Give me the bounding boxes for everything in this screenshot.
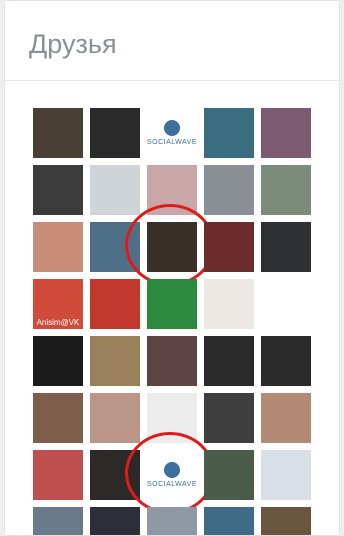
friend-avatar[interactable] — [147, 507, 197, 535]
friend-avatar[interactable] — [204, 165, 254, 215]
friends-widget: Друзья SOCIALWAVE Anisim@VK SOCIALWAVE — [4, 0, 340, 536]
widget-title: Друзья — [29, 29, 117, 59]
widget-header: Друзья — [5, 1, 339, 81]
avatar-label: Anisim@VK — [36, 318, 80, 327]
friend-avatar[interactable] — [33, 393, 83, 443]
friend-avatar[interactable]: Anisim@VK — [33, 279, 83, 329]
friend-avatar[interactable] — [90, 450, 140, 500]
friend-avatar[interactable] — [204, 279, 254, 329]
friend-avatar[interactable] — [90, 393, 140, 443]
friend-avatar[interactable] — [204, 393, 254, 443]
friend-avatar[interactable] — [90, 279, 140, 329]
friend-avatar[interactable] — [33, 450, 83, 500]
friend-avatar[interactable] — [90, 108, 140, 158]
friend-avatar[interactable] — [33, 222, 83, 272]
friend-avatar[interactable] — [147, 279, 197, 329]
friend-avatar[interactable] — [90, 222, 140, 272]
socialwave-label: SOCIALWAVE — [147, 481, 197, 488]
friend-avatar[interactable] — [33, 108, 83, 158]
socialwave-logo-icon — [164, 120, 180, 136]
friend-avatar[interactable] — [147, 222, 197, 272]
friend-avatar[interactable] — [204, 507, 254, 535]
friend-avatar[interactable] — [90, 507, 140, 535]
socialwave-label: SOCIALWAVE — [147, 139, 197, 146]
friend-avatar[interactable] — [204, 222, 254, 272]
friend-avatar[interactable] — [261, 393, 311, 443]
friend-avatar[interactable] — [33, 165, 83, 215]
friend-avatar[interactable] — [261, 108, 311, 158]
friend-avatar[interactable] — [204, 336, 254, 386]
friend-avatar[interactable] — [147, 393, 197, 443]
friend-avatar[interactable]: SOCIALWAVE — [147, 450, 197, 500]
friend-avatar[interactable]: SOCIALWAVE — [147, 108, 197, 158]
friend-avatar[interactable] — [33, 507, 83, 535]
friend-avatar[interactable] — [261, 222, 311, 272]
friend-avatar[interactable] — [90, 165, 140, 215]
friend-avatar[interactable] — [204, 108, 254, 158]
friend-avatar[interactable] — [261, 507, 311, 535]
friend-avatar[interactable] — [90, 336, 140, 386]
friend-avatar[interactable] — [147, 165, 197, 215]
friend-avatar[interactable] — [147, 336, 197, 386]
friend-avatar[interactable] — [204, 450, 254, 500]
socialwave-logo-icon — [164, 462, 180, 478]
friend-avatar[interactable] — [261, 279, 311, 329]
friend-avatar[interactable] — [261, 165, 311, 215]
friend-avatar[interactable] — [261, 450, 311, 500]
friend-avatar[interactable] — [33, 336, 83, 386]
friend-avatar[interactable] — [261, 336, 311, 386]
